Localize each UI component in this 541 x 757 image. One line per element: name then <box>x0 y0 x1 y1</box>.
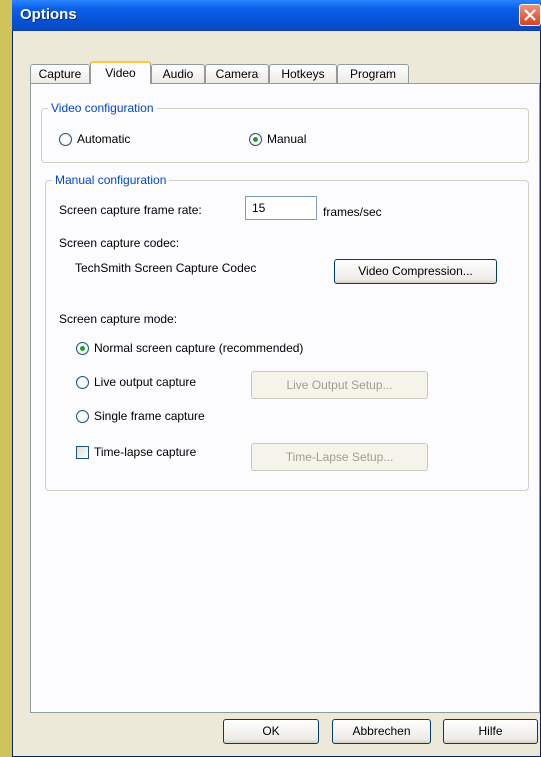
frame-rate-unit: frames/sec <box>323 205 382 219</box>
video-tab-panel: Video configuration Automatic Manual Man… <box>30 83 540 713</box>
group-title: Manual configuration <box>55 173 167 187</box>
automatic-label: Automatic <box>77 132 131 146</box>
tab-audio[interactable]: Audio <box>151 64 205 83</box>
automatic-radio[interactable] <box>59 133 72 146</box>
tab-video[interactable]: Video <box>90 61 151 84</box>
tab-hotkeys[interactable]: Hotkeys <box>269 64 337 83</box>
radio-selected-dot <box>253 137 258 142</box>
tab-capture[interactable]: Capture <box>30 64 90 83</box>
timelapse-label: Time-lapse capture <box>94 445 197 459</box>
live-output-label: Live output capture <box>94 375 197 389</box>
title-bar[interactable]: Options <box>12 0 541 31</box>
normal-capture-label: Normal screen capture (recommended) <box>94 341 304 355</box>
live-output-setup-button[interactable]: Live Output Setup... <box>251 371 428 399</box>
normal-capture-radio[interactable] <box>76 342 89 355</box>
timelapse-setup-button[interactable]: Time-Lapse Setup... <box>251 443 428 471</box>
frame-rate-label: Screen capture frame rate: <box>59 203 202 217</box>
ok-button[interactable]: OK <box>223 719 319 744</box>
window-title: Options <box>20 6 77 23</box>
manual-radio[interactable] <box>249 133 262 146</box>
cancel-button[interactable]: Abbrechen <box>332 719 431 744</box>
frame-rate-input[interactable]: 15 <box>245 196 317 220</box>
radio-selected-dot <box>80 346 85 351</box>
help-button[interactable]: Hilfe <box>443 719 538 744</box>
live-output-radio[interactable] <box>76 376 89 389</box>
codec-value: TechSmith Screen Capture Codec <box>75 261 257 275</box>
manual-label: Manual <box>267 132 307 146</box>
close-button[interactable] <box>519 4 541 26</box>
close-icon <box>524 9 536 21</box>
tab-program[interactable]: Program <box>337 64 409 83</box>
options-dialog: Options Capture Video Audio Camera Hotke… <box>12 0 541 757</box>
tab-camera[interactable]: Camera <box>205 64 269 83</box>
video-compression-button[interactable]: Video Compression... <box>334 259 497 284</box>
desktop-background <box>0 0 12 757</box>
timelapse-checkbox[interactable] <box>76 446 89 459</box>
capture-mode-label: Screen capture mode: <box>59 312 178 326</box>
single-frame-label: Single frame capture <box>94 409 205 423</box>
single-frame-radio[interactable] <box>76 410 89 423</box>
codec-label: Screen capture codec: <box>59 236 180 250</box>
group-title: Video configuration <box>51 101 154 115</box>
